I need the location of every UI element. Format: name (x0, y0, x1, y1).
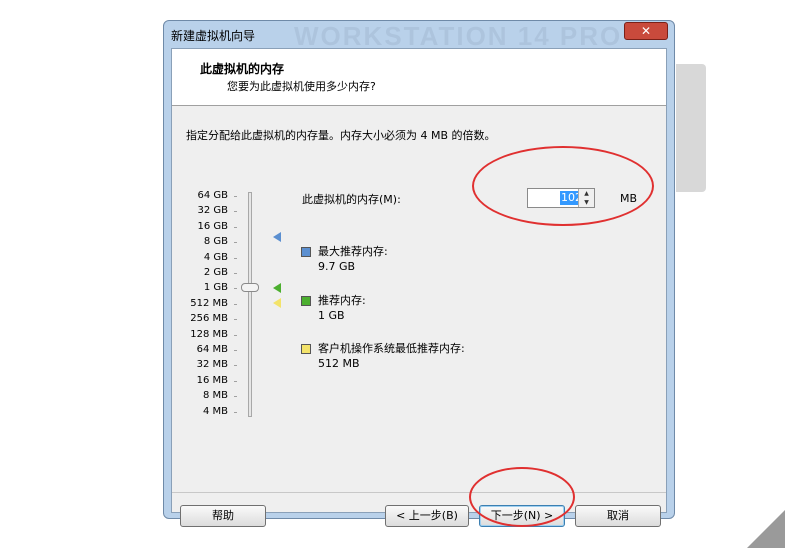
scale-tick (234, 242, 237, 244)
guest-min-swatch (301, 344, 311, 354)
annotation-circle-memory (472, 146, 654, 226)
scale-label: 8 MB (202, 390, 228, 402)
cancel-button[interactable]: 取消 (575, 505, 661, 527)
scale-label: 16 MB (196, 374, 228, 386)
close-button[interactable]: ✕ (624, 22, 668, 40)
guest-min-legend: 客户机操作系统最低推荐内存: 512 MB (318, 341, 465, 371)
page-title: 此虚拟机的内存 (200, 62, 285, 76)
background-side-panel (676, 64, 706, 192)
recommended-label: 推荐内存: (318, 294, 366, 307)
memory-slider-track[interactable] (248, 192, 252, 417)
recommended-legend: 推荐内存: 1 GB (318, 293, 366, 323)
scale-tick (234, 226, 237, 228)
page-subtitle: 您要为此虚拟机使用多少内存? (227, 80, 376, 93)
help-button[interactable]: 帮助 (180, 505, 266, 527)
scale-label: 4 MB (202, 405, 228, 417)
memory-field-label: 此虚拟机的内存(M): (302, 193, 401, 206)
max-recommended-legend: 最大推荐内存: 9.7 GB (318, 244, 388, 274)
recommended-value: 1 GB (318, 309, 345, 322)
max-recommended-value: 9.7 GB (318, 260, 356, 273)
corner-decoration (747, 510, 785, 548)
close-icon: ✕ (640, 24, 652, 38)
max-recommended-marker-icon (273, 232, 281, 242)
scale-tick (234, 303, 237, 305)
scale-tick (234, 380, 237, 382)
guest-min-value: 512 MB (318, 357, 360, 370)
dialog-body: 此虚拟机的内存 您要为此虚拟机使用多少内存? 指定分配给此虚拟机的内存量。内存大… (171, 48, 667, 527)
scale-tick (234, 257, 237, 259)
scale-tick (234, 211, 237, 213)
scale-label: 4 GB (203, 251, 228, 263)
scale-label: 16 GB (197, 220, 228, 232)
scale-tick (234, 196, 237, 197)
footer-separator (172, 492, 666, 493)
scale-label: 32 MB (196, 359, 228, 371)
title-bar[interactable]: 新建虚拟机向导 WORKSTATION 14 PRO ✕ (164, 21, 674, 51)
max-recommended-swatch (301, 247, 311, 257)
scale-tick (234, 396, 237, 398)
scale-label: 512 MB (190, 297, 228, 309)
scale-tick (234, 334, 237, 336)
recommended-marker-icon (273, 283, 281, 293)
scale-label: 2 GB (203, 267, 228, 278)
back-button[interactable]: < 上一步(B) (385, 505, 469, 527)
scale-tick (234, 411, 237, 413)
scale-tick (234, 273, 237, 274)
guest-min-label: 客户机操作系统最低推荐内存: (318, 342, 465, 355)
max-recommended-label: 最大推荐内存: (318, 245, 388, 258)
page-header: 此虚拟机的内存 您要为此虚拟机使用多少内存? (172, 49, 666, 106)
memory-slider-thumb[interactable] (241, 283, 259, 292)
guest-min-marker-icon (273, 298, 281, 308)
scale-tick (234, 319, 237, 321)
scale-label: 32 GB (197, 205, 228, 217)
wizard-window: 新建虚拟机向导 WORKSTATION 14 PRO ✕ 此虚拟机的内存 您要为… (163, 20, 675, 527)
scale-label: 128 MB (190, 328, 228, 340)
scale-label: 8 GB (203, 236, 228, 248)
annotation-circle-next (469, 467, 575, 527)
recommended-swatch (301, 296, 311, 306)
scale-label: 256 MB (190, 313, 228, 325)
scale-tick (234, 365, 237, 367)
scale-label: 1 GB (203, 282, 228, 294)
scale-label: 64 GB (197, 190, 228, 201)
instruction-text: 指定分配给此虚拟机的内存量。内存大小必须为 4 MB 的倍数。 (186, 129, 496, 142)
scale-label: 64 MB (196, 344, 228, 355)
scale-tick (234, 288, 237, 290)
window-title: 新建虚拟机向导 (171, 29, 256, 43)
scale-tick (234, 350, 237, 351)
